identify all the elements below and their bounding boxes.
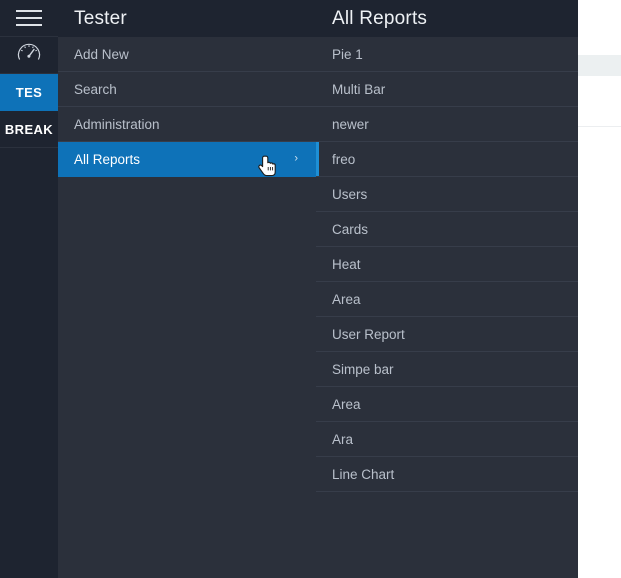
report-item-label: freo [332, 151, 356, 167]
report-item-line-chart[interactable]: Line Chart [316, 457, 578, 492]
report-item-multi-bar[interactable]: Multi Bar [316, 72, 578, 107]
report-item-freo[interactable]: freo [316, 142, 578, 177]
menu-item-add-new[interactable]: Add New [58, 37, 316, 72]
rail-item-tes-label: TES [15, 84, 43, 100]
middle-menu-list: Add New Search Administration All Report… [58, 37, 316, 177]
content-divider-line [578, 126, 621, 127]
report-item-pie-1[interactable]: Pie 1 [316, 37, 578, 72]
report-item-area-2[interactable]: Area [316, 387, 578, 422]
middle-panel-header: Tester [58, 0, 316, 37]
app-root: TES BREAK Tester Add New Search Administ… [0, 0, 621, 578]
report-item-heat[interactable]: Heat [316, 247, 578, 282]
menu-item-search-label: Search [74, 81, 117, 97]
middle-panel-title: Tester [74, 7, 127, 29]
report-item-users[interactable]: Users [316, 177, 578, 212]
report-item-label: Area [332, 396, 361, 412]
report-item-label: Simpe bar [332, 361, 394, 377]
report-item-label: newer [332, 116, 369, 132]
menu-item-administration[interactable]: Administration [58, 107, 316, 142]
reports-list: Pie 1 Multi Bar newer freo Users Cards H… [316, 37, 578, 492]
menu-item-all-reports[interactable]: All Reports › [58, 142, 316, 177]
rail-empty-space [0, 148, 58, 578]
rail-item-tes[interactable]: TES [0, 74, 58, 111]
rail-item-break[interactable]: BREAK [0, 111, 58, 148]
content-highlight-band [578, 55, 621, 76]
report-item-cards[interactable]: Cards [316, 212, 578, 247]
left-icon-rail: TES BREAK [0, 0, 58, 578]
page-content-area [578, 0, 621, 578]
gauge-icon [15, 39, 43, 72]
report-item-area-1[interactable]: Area [316, 282, 578, 317]
reports-panel-title: All Reports [332, 7, 428, 29]
active-accent-bar [316, 142, 319, 176]
report-item-label: User Report [332, 326, 405, 342]
report-item-label: Area [332, 291, 361, 307]
report-item-label: Ara [332, 431, 354, 447]
reports-panel: All Reports Pie 1 Multi Bar newer freo U… [316, 0, 578, 578]
report-item-label: Users [332, 186, 368, 202]
rail-item-menu[interactable] [0, 0, 58, 37]
report-item-label: Line Chart [332, 466, 395, 482]
report-item-label: Multi Bar [332, 81, 386, 97]
rail-item-break-label: BREAK [4, 121, 54, 137]
report-item-label: Cards [332, 221, 369, 237]
reports-panel-header: All Reports [316, 0, 578, 37]
menu-item-add-new-label: Add New [74, 46, 129, 62]
report-item-simpe-bar[interactable]: Simpe bar [316, 352, 578, 387]
menu-item-all-reports-label: All Reports [74, 151, 141, 167]
rail-item-dashboard[interactable] [0, 37, 58, 74]
report-item-label: Pie 1 [332, 46, 363, 62]
report-item-label: Heat [332, 256, 361, 272]
menu-item-administration-label: Administration [74, 116, 160, 132]
report-item-user-report[interactable]: User Report [316, 317, 578, 352]
middle-menu-panel: Tester Add New Search Administration All… [58, 0, 316, 578]
menu-item-search[interactable]: Search [58, 72, 316, 107]
hamburger-icon [16, 10, 42, 26]
chevron-right-icon: › [294, 152, 298, 165]
report-item-newer[interactable]: newer [316, 107, 578, 142]
report-item-ara[interactable]: Ara [316, 422, 578, 457]
